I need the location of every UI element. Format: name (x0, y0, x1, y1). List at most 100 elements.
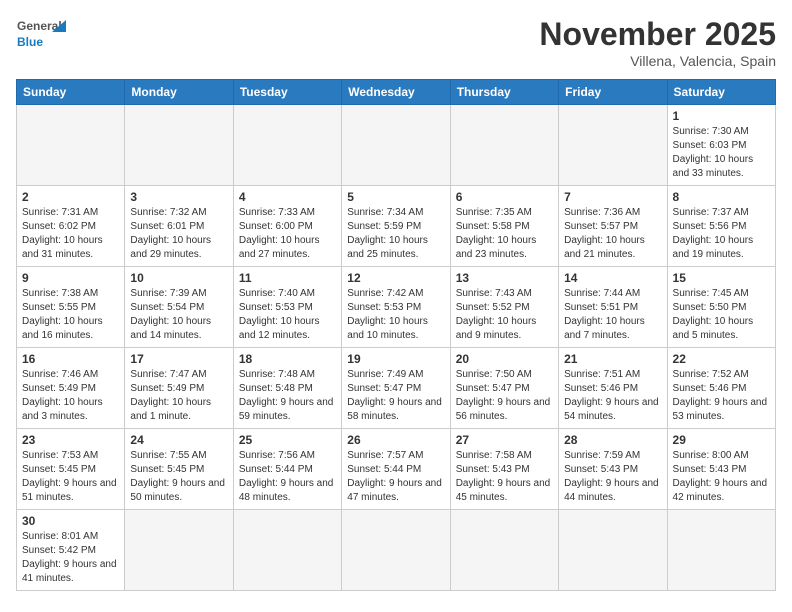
calendar-cell (233, 510, 341, 591)
weekday-thursday: Thursday (450, 80, 558, 105)
day-info: Sunrise: 7:31 AM Sunset: 6:02 PM Dayligh… (22, 206, 119, 262)
day-number: 20 (456, 352, 553, 366)
title-block: November 2025 Villena, Valencia, Spain (539, 16, 776, 69)
weekday-header-row: SundayMondayTuesdayWednesdayThursdayFrid… (17, 80, 776, 105)
calendar-cell: 30 Sunrise: 8:01 AM Sunset: 5:42 PM Dayli… (17, 510, 125, 591)
day-info: Sunrise: 7:53 AM Sunset: 5:45 PM Dayligh… (22, 449, 119, 505)
day-info: Sunrise: 8:00 AM Sunset: 5:43 PM Dayligh… (673, 449, 770, 505)
week-row-6: 30 Sunrise: 8:01 AM Sunset: 5:42 PM Dayli… (17, 510, 776, 591)
month-title: November 2025 (539, 16, 776, 53)
day-info: Sunrise: 7:42 AM Sunset: 5:53 PM Dayligh… (347, 287, 444, 343)
day-info: Sunrise: 7:45 AM Sunset: 5:50 PM Dayligh… (673, 287, 770, 343)
day-number: 5 (347, 190, 444, 204)
day-number: 13 (456, 271, 553, 285)
calendar-cell: 23 Sunrise: 7:53 AM Sunset: 5:45 PM Dayli… (17, 429, 125, 510)
day-info: Sunrise: 7:55 AM Sunset: 5:45 PM Dayligh… (130, 449, 227, 505)
calendar-cell: 28 Sunrise: 7:59 AM Sunset: 5:43 PM Dayli… (559, 429, 667, 510)
svg-text:Blue: Blue (17, 35, 43, 49)
calendar-cell: 17Sunrise: 7:47 AM Sunset: 5:49 PM Dayli… (125, 348, 233, 429)
calendar-cell: 9Sunrise: 7:38 AM Sunset: 5:55 PM Daylig… (17, 267, 125, 348)
calendar-cell (17, 105, 125, 186)
calendar-cell (450, 105, 558, 186)
calendar-cell (233, 105, 341, 186)
day-number: 27 (456, 433, 553, 447)
calendar-cell: 25 Sunrise: 7:56 AM Sunset: 5:44 PM Dayli… (233, 429, 341, 510)
calendar-cell: 20Sunrise: 7:50 AM Sunset: 5:47 PM Dayli… (450, 348, 558, 429)
day-number: 26 (347, 433, 444, 447)
calendar-cell: 15 Sunrise: 7:45 AM Sunset: 5:50 PM Dayli… (667, 267, 775, 348)
week-row-5: 23 Sunrise: 7:53 AM Sunset: 5:45 PM Dayli… (17, 429, 776, 510)
day-number: 19 (347, 352, 444, 366)
day-number: 2 (22, 190, 119, 204)
day-number: 30 (22, 514, 119, 528)
calendar-cell (559, 510, 667, 591)
day-info: Sunrise: 7:44 AM Sunset: 5:51 PM Dayligh… (564, 287, 661, 343)
day-number: 4 (239, 190, 336, 204)
day-number: 1 (673, 109, 770, 123)
day-number: 8 (673, 190, 770, 204)
day-info: Sunrise: 7:49 AM Sunset: 5:47 PM Dayligh… (347, 368, 444, 424)
day-number: 3 (130, 190, 227, 204)
day-info: Sunrise: 7:34 AM Sunset: 5:59 PM Dayligh… (347, 206, 444, 262)
calendar-cell (667, 510, 775, 591)
calendar-table: SundayMondayTuesdayWednesdayThursdayFrid… (16, 79, 776, 591)
day-number: 10 (130, 271, 227, 285)
calendar-cell: 3 Sunrise: 7:32 AM Sunset: 6:01 PM Daylig… (125, 186, 233, 267)
day-number: 14 (564, 271, 661, 285)
calendar-cell: 7Sunrise: 7:36 AM Sunset: 5:57 PM Daylig… (559, 186, 667, 267)
calendar-cell: 6 Sunrise: 7:35 AM Sunset: 5:58 PM Daylig… (450, 186, 558, 267)
day-info: Sunrise: 7:33 AM Sunset: 6:00 PM Dayligh… (239, 206, 336, 262)
day-info: Sunrise: 7:36 AM Sunset: 5:57 PM Dayligh… (564, 206, 661, 262)
calendar-cell: 11 Sunrise: 7:40 AM Sunset: 5:53 PM Dayli… (233, 267, 341, 348)
week-row-3: 9Sunrise: 7:38 AM Sunset: 5:55 PM Daylig… (17, 267, 776, 348)
calendar-cell (342, 105, 450, 186)
day-number: 28 (564, 433, 661, 447)
calendar-cell: 26 Sunrise: 7:57 AM Sunset: 5:44 PM Dayli… (342, 429, 450, 510)
weekday-wednesday: Wednesday (342, 80, 450, 105)
week-row-1: 1 Sunrise: 7:30 AM Sunset: 6:03 PM Daylig… (17, 105, 776, 186)
day-info: Sunrise: 7:40 AM Sunset: 5:53 PM Dayligh… (239, 287, 336, 343)
day-number: 21 (564, 352, 661, 366)
day-number: 22 (673, 352, 770, 366)
day-info: Sunrise: 7:51 AM Sunset: 5:46 PM Dayligh… (564, 368, 661, 424)
day-number: 17 (130, 352, 227, 366)
calendar-cell (559, 105, 667, 186)
day-info: Sunrise: 7:35 AM Sunset: 5:58 PM Dayligh… (456, 206, 553, 262)
calendar-cell: 19 Sunrise: 7:49 AM Sunset: 5:47 PM Dayli… (342, 348, 450, 429)
day-number: 16 (22, 352, 119, 366)
calendar-cell: 12 Sunrise: 7:42 AM Sunset: 5:53 PM Dayli… (342, 267, 450, 348)
calendar-cell: 18 Sunrise: 7:48 AM Sunset: 5:48 PM Dayli… (233, 348, 341, 429)
day-number: 11 (239, 271, 336, 285)
day-number: 15 (673, 271, 770, 285)
day-info: Sunrise: 7:48 AM Sunset: 5:48 PM Dayligh… (239, 368, 336, 424)
calendar-cell: 27Sunrise: 7:58 AM Sunset: 5:43 PM Dayli… (450, 429, 558, 510)
calendar-cell: 8 Sunrise: 7:37 AM Sunset: 5:56 PM Daylig… (667, 186, 775, 267)
day-number: 25 (239, 433, 336, 447)
calendar-cell: 21 Sunrise: 7:51 AM Sunset: 5:46 PM Dayli… (559, 348, 667, 429)
weekday-sunday: Sunday (17, 80, 125, 105)
day-info: Sunrise: 7:57 AM Sunset: 5:44 PM Dayligh… (347, 449, 444, 505)
calendar-cell: 1 Sunrise: 7:30 AM Sunset: 6:03 PM Daylig… (667, 105, 775, 186)
day-number: 6 (456, 190, 553, 204)
weekday-monday: Monday (125, 80, 233, 105)
calendar-cell: 14 Sunrise: 7:44 AM Sunset: 5:51 PM Dayli… (559, 267, 667, 348)
calendar-cell: 10Sunrise: 7:39 AM Sunset: 5:54 PM Dayli… (125, 267, 233, 348)
week-row-4: 16 Sunrise: 7:46 AM Sunset: 5:49 PM Dayli… (17, 348, 776, 429)
day-number: 23 (22, 433, 119, 447)
day-info: Sunrise: 7:37 AM Sunset: 5:56 PM Dayligh… (673, 206, 770, 262)
day-info: Sunrise: 7:30 AM Sunset: 6:03 PM Dayligh… (673, 125, 770, 181)
day-info: Sunrise: 8:01 AM Sunset: 5:42 PM Dayligh… (22, 530, 119, 586)
calendar-cell: 4 Sunrise: 7:33 AM Sunset: 6:00 PM Daylig… (233, 186, 341, 267)
calendar-cell: 16 Sunrise: 7:46 AM Sunset: 5:49 PM Dayli… (17, 348, 125, 429)
calendar-cell: 13Sunrise: 7:43 AM Sunset: 5:52 PM Dayli… (450, 267, 558, 348)
day-info: Sunrise: 7:56 AM Sunset: 5:44 PM Dayligh… (239, 449, 336, 505)
day-info: Sunrise: 7:59 AM Sunset: 5:43 PM Dayligh… (564, 449, 661, 505)
day-number: 12 (347, 271, 444, 285)
day-info: Sunrise: 7:32 AM Sunset: 6:01 PM Dayligh… (130, 206, 227, 262)
logo-svg: General Blue (16, 16, 70, 52)
calendar-cell (342, 510, 450, 591)
weekday-friday: Friday (559, 80, 667, 105)
day-info: Sunrise: 7:46 AM Sunset: 5:49 PM Dayligh… (22, 368, 119, 424)
day-number: 18 (239, 352, 336, 366)
weekday-saturday: Saturday (667, 80, 775, 105)
